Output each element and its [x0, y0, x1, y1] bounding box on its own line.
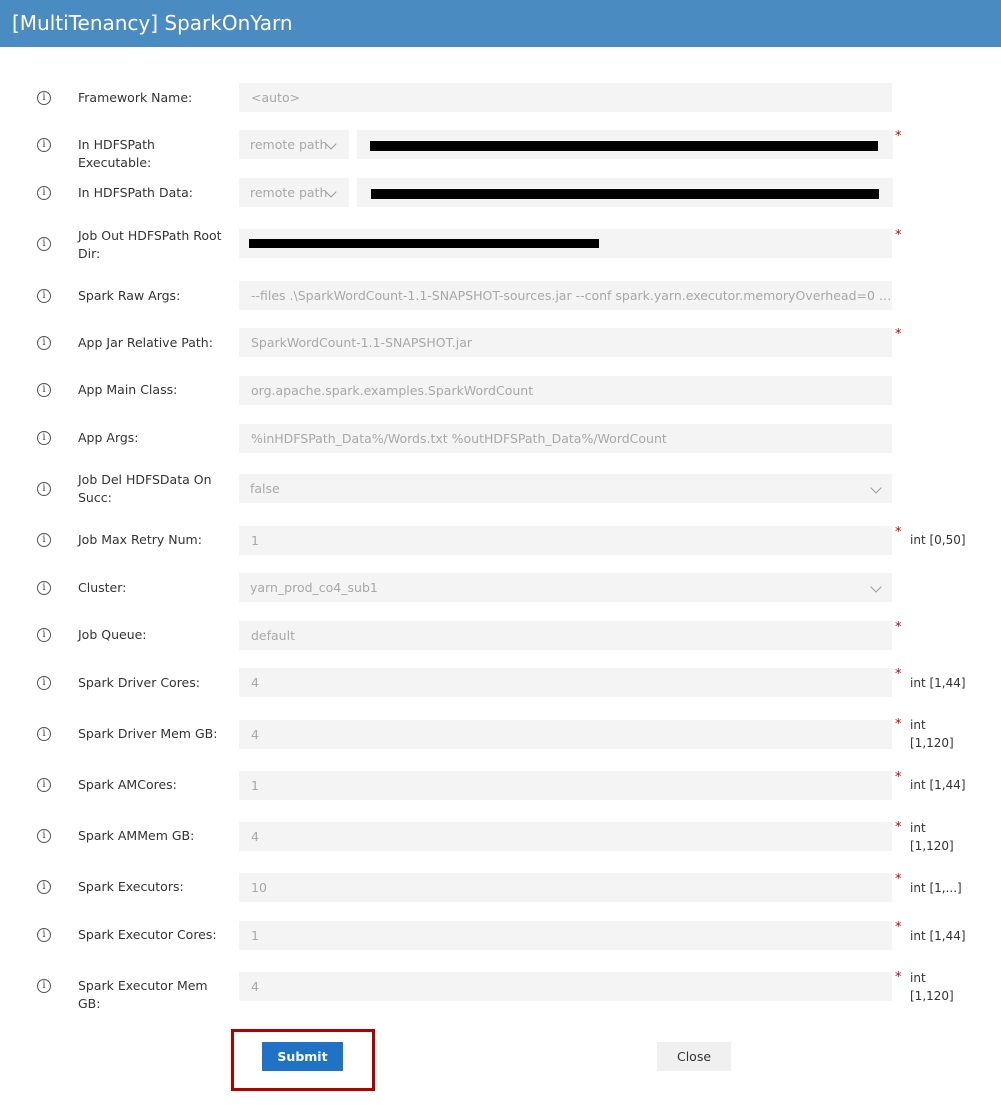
label-cluster: Cluster: — [78, 580, 127, 595]
info-icon[interactable]: i — [37, 979, 51, 993]
required-marker: * — [895, 667, 902, 682]
info-icon[interactable]: i — [37, 533, 51, 547]
in-hdfs-executable-path-input[interactable] — [357, 130, 893, 159]
info-icon[interactable]: i — [37, 880, 51, 894]
info-icon[interactable]: i — [37, 628, 51, 642]
info-icon[interactable]: i — [37, 383, 51, 397]
info-icon[interactable]: i — [37, 289, 51, 303]
info-icon[interactable]: i — [37, 336, 51, 350]
required-marker: * — [895, 129, 902, 144]
cluster-select[interactable]: yarn_prod_co4_sub1 — [239, 573, 892, 602]
info-icon[interactable]: i — [37, 431, 51, 445]
label-in-hdfs-data: In HDFSPath Data: — [78, 185, 194, 200]
in-hdfs-data-path-input[interactable] — [357, 178, 893, 207]
range-hint: int [0,50] — [910, 533, 966, 547]
label-spark-raw-args: Spark Raw Args: — [78, 288, 181, 303]
label-driver-mem: Spark Driver Mem GB: — [78, 726, 218, 741]
info-icon[interactable]: i — [37, 581, 51, 595]
range-hint: int [1,120] — [910, 821, 954, 853]
required-marker: * — [895, 717, 902, 732]
redaction-bar — [249, 239, 599, 248]
app-main-class-input[interactable]: org.apache.spark.examples.SparkWordCount — [239, 376, 892, 405]
label-job-max-retry: Job Max Retry Num: — [78, 532, 202, 547]
job-max-retry-input[interactable]: 1 — [239, 526, 892, 555]
executor-mem-input[interactable]: 4 — [239, 972, 892, 1001]
label-job-del-data: Job Del HDFSData On Succ: — [78, 472, 212, 505]
range-hint: int [1,120] — [910, 718, 954, 750]
am-cores-input[interactable]: 1 — [239, 771, 892, 800]
label-framework-name: Framework Name: — [78, 90, 193, 105]
job-out-root-input[interactable] — [239, 229, 892, 258]
label-app-jar-path: App Jar Relative Path: — [78, 335, 213, 350]
select-value: remote path — [250, 137, 328, 152]
chevron-down-icon — [870, 581, 882, 593]
label-driver-cores: Spark Driver Cores: — [78, 675, 200, 690]
close-button[interactable]: Close — [657, 1042, 731, 1071]
select-value: remote path — [250, 185, 328, 200]
title-bar: [MultiTenancy] SparkOnYarn — [0, 0, 1001, 47]
label-am-mem: Spark AMMem GB: — [78, 828, 195, 843]
required-marker: * — [895, 327, 902, 342]
range-hint: int [1,44] — [910, 778, 966, 792]
job-del-data-select[interactable]: false — [239, 474, 892, 503]
required-marker: * — [895, 920, 902, 935]
label-app-main-class: App Main Class: — [78, 382, 178, 397]
required-marker: * — [895, 820, 902, 835]
range-hint: int [1,44] — [910, 676, 966, 690]
required-marker: * — [895, 872, 902, 887]
label-job-queue: Job Queue: — [78, 627, 147, 642]
label-in-hdfs-executable: In HDFSPath Executable: — [78, 137, 155, 170]
required-marker: * — [895, 525, 902, 540]
info-icon[interactable]: i — [37, 186, 51, 200]
info-icon[interactable]: i — [37, 138, 51, 152]
am-mem-input[interactable]: 4 — [239, 822, 892, 851]
required-marker: * — [895, 770, 902, 785]
app-args-input[interactable]: %inHDFSPath_Data%/Words.txt %outHDFSPath… — [239, 424, 892, 453]
in-hdfs-executable-type-select[interactable]: remote path — [239, 130, 349, 159]
info-icon[interactable]: i — [37, 482, 51, 496]
info-icon[interactable]: i — [37, 928, 51, 942]
info-icon[interactable]: i — [37, 676, 51, 690]
info-icon[interactable]: i — [37, 829, 51, 843]
range-hint: int [1,120] — [910, 971, 954, 1003]
label-am-cores: Spark AMCores: — [78, 777, 177, 792]
app-jar-path-input[interactable]: SparkWordCount-1.1-SNAPSHOT.jar — [239, 328, 892, 357]
select-value: false — [250, 481, 280, 496]
submit-button[interactable]: Submit — [262, 1042, 343, 1071]
label-executors: Spark Executors: — [78, 879, 184, 894]
window-title: [MultiTenancy] SparkOnYarn — [12, 11, 293, 35]
info-icon[interactable]: i — [37, 91, 51, 105]
select-value: yarn_prod_co4_sub1 — [250, 580, 378, 595]
range-hint: int [1,44] — [910, 929, 966, 943]
label-executor-cores: Spark Executor Cores: — [78, 927, 217, 942]
driver-cores-input[interactable]: 4 — [239, 668, 892, 697]
executors-input[interactable]: 10 — [239, 873, 892, 902]
required-marker: * — [895, 228, 902, 243]
in-hdfs-data-type-select[interactable]: remote path — [239, 178, 349, 207]
redaction-bar — [370, 141, 878, 151]
framework-name-field[interactable]: <auto> — [239, 83, 892, 112]
driver-mem-input[interactable]: 4 — [239, 720, 892, 749]
required-marker: * — [895, 970, 902, 985]
redaction-bar — [371, 189, 879, 199]
executor-cores-input[interactable]: 1 — [239, 921, 892, 950]
spark-raw-args-input[interactable]: --files .\SparkWordCount-1.1-SNAPSHOT-so… — [239, 281, 892, 310]
label-job-out-root: Job Out HDFSPath Root Dir: — [78, 228, 222, 261]
required-marker: * — [895, 620, 902, 635]
info-icon[interactable]: i — [37, 778, 51, 792]
range-hint: int [1,...] — [910, 881, 962, 895]
label-executor-mem: Spark Executor Mem GB: — [78, 978, 208, 1011]
label-app-args: App Args: — [78, 430, 139, 445]
chevron-down-icon — [870, 482, 882, 494]
info-icon[interactable]: i — [37, 237, 51, 251]
info-icon[interactable]: i — [37, 727, 51, 741]
job-queue-input[interactable]: default — [239, 621, 892, 650]
